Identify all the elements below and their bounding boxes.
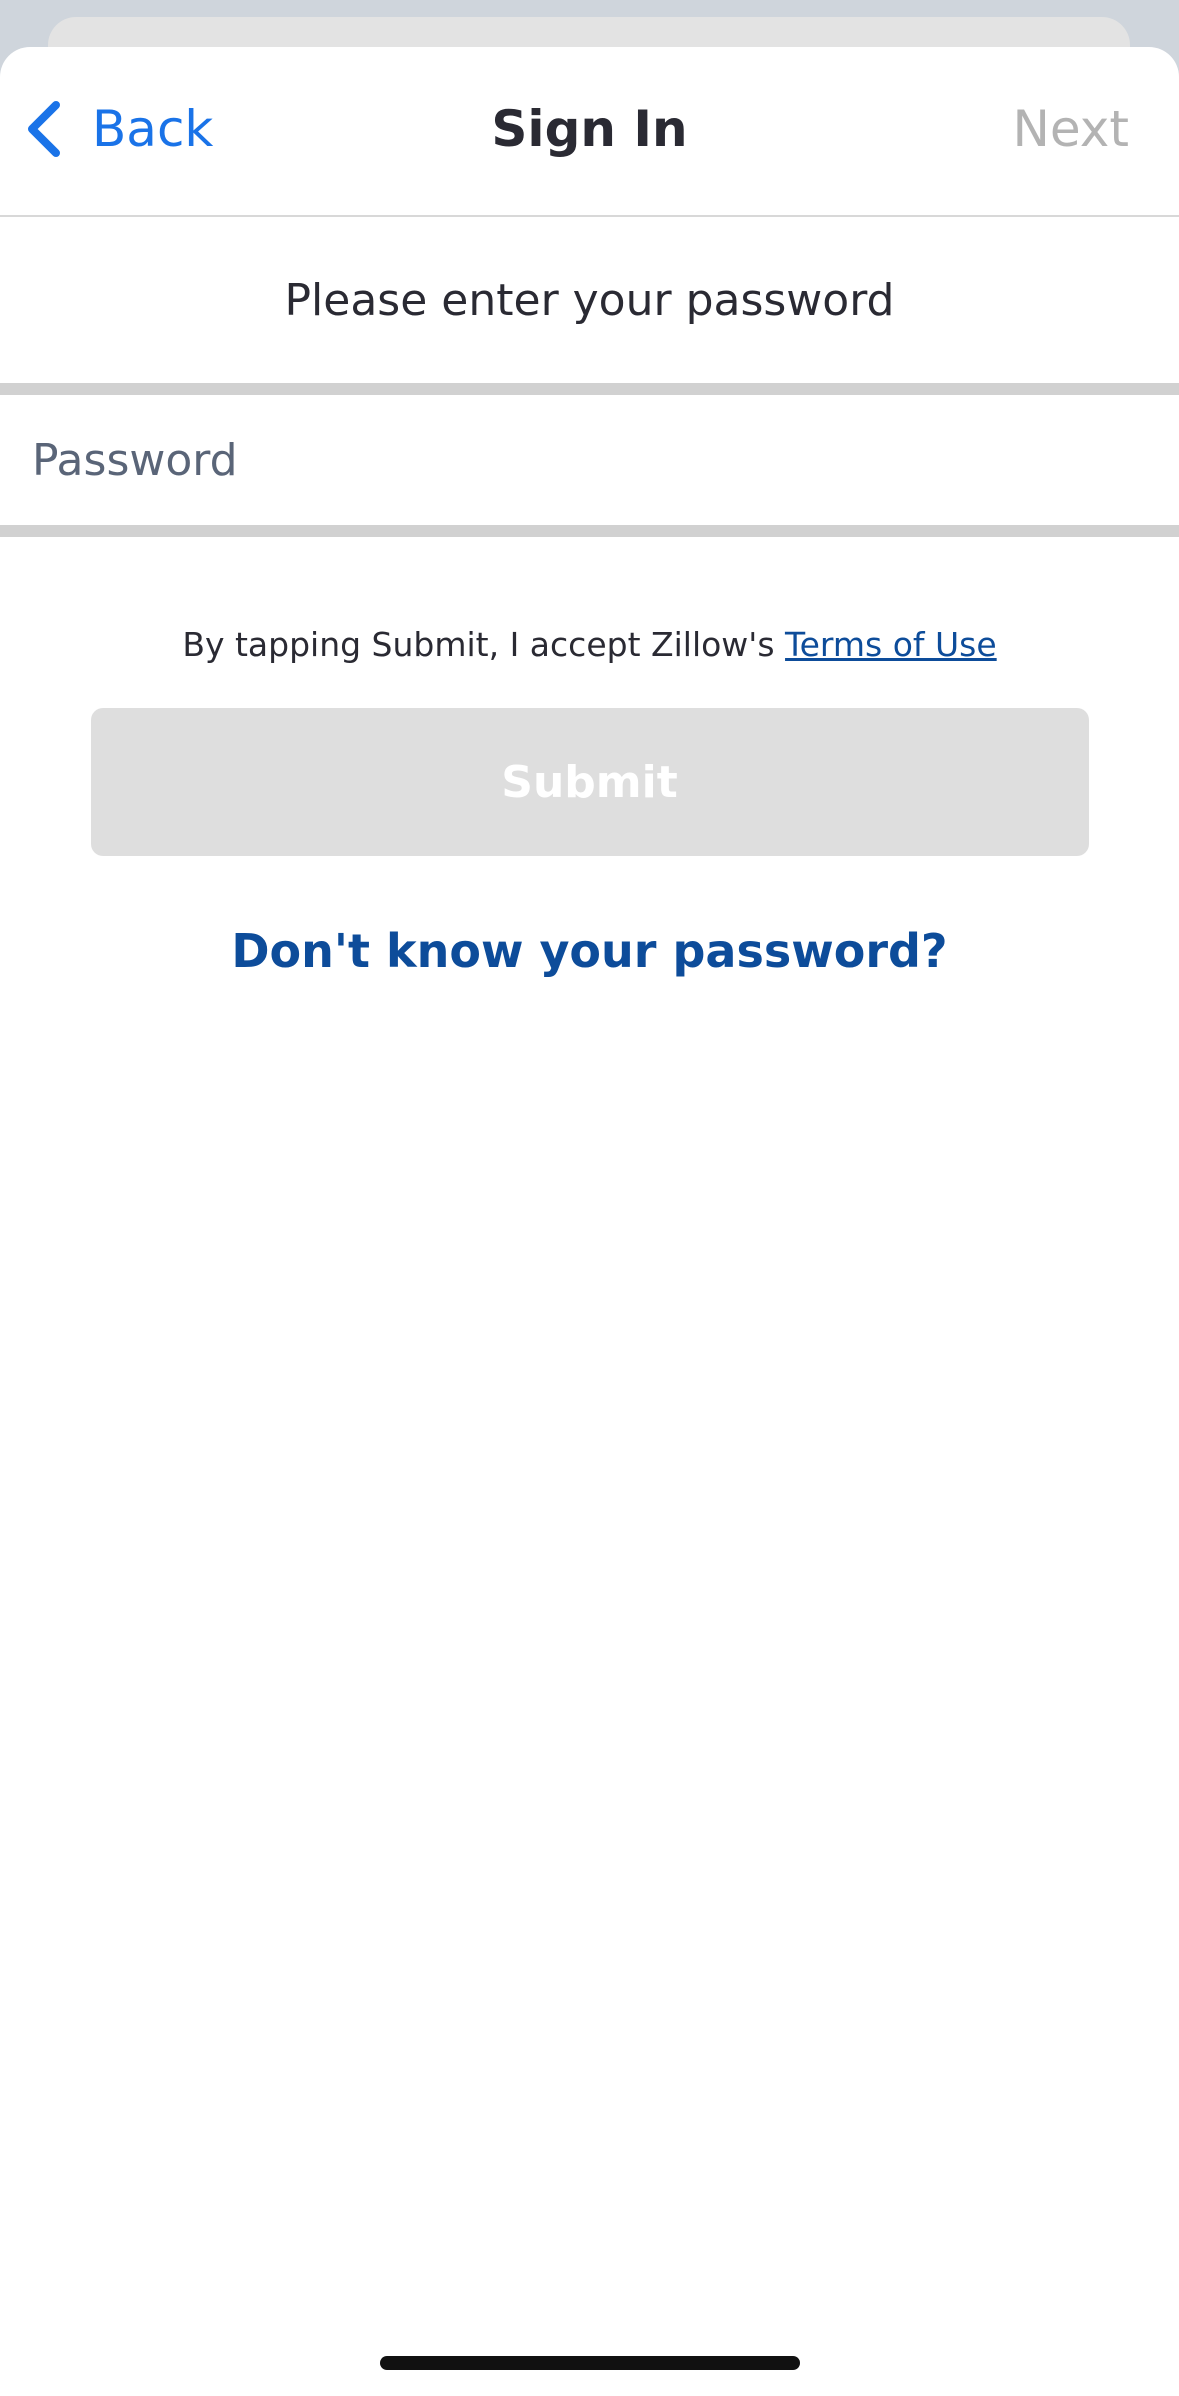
divider (0, 383, 1179, 395)
password-field-row (0, 395, 1179, 525)
home-indicator[interactable] (380, 2356, 800, 2370)
submit-button[interactable]: Submit (90, 708, 1089, 856)
sign-in-sheet: Back Sign In Next Please enter your pass… (0, 47, 1179, 2396)
divider (0, 525, 1179, 537)
terms-notice: By tapping Submit, I accept Zillow's Ter… (0, 625, 1179, 664)
nav-bar: Back Sign In Next (0, 47, 1179, 217)
forgot-password-link[interactable]: Don't know your password? (0, 924, 1179, 978)
terms-text: By tapping Submit, I accept Zillow's (182, 625, 786, 664)
next-button[interactable]: Next (1013, 99, 1129, 159)
terms-of-use-link[interactable]: Terms of Use (785, 625, 997, 664)
password-input[interactable] (30, 433, 1149, 487)
password-prompt: Please enter your password (284, 274, 895, 326)
page-title: Sign In (491, 100, 688, 158)
